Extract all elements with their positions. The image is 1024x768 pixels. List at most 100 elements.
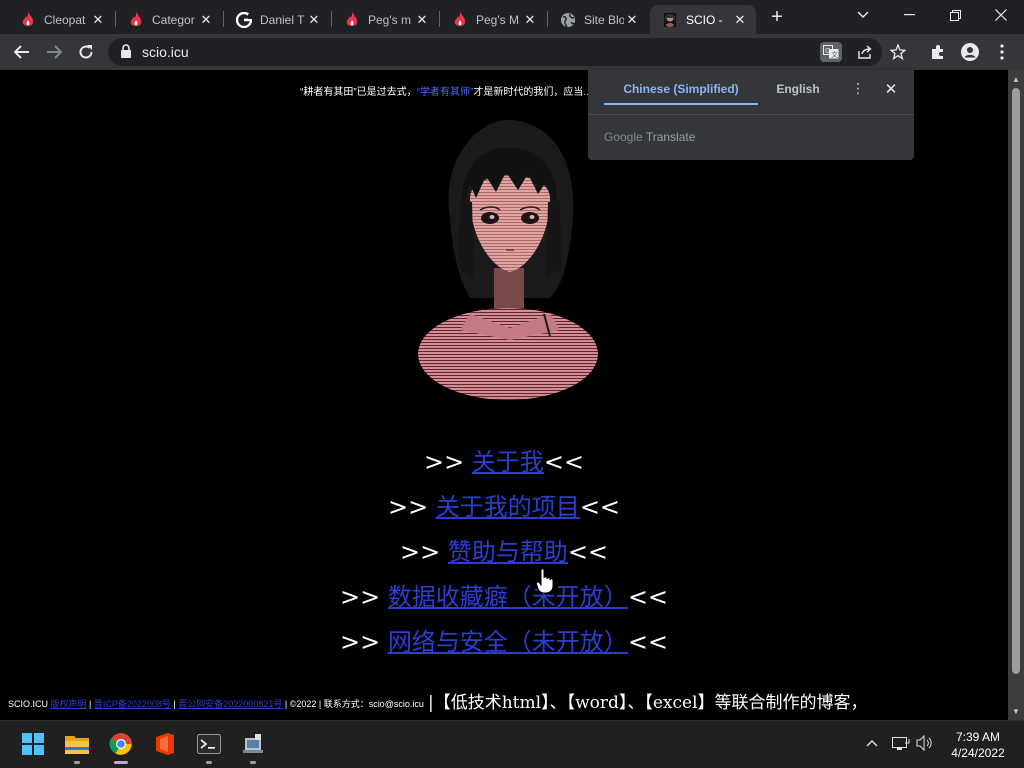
url-text: scio.icu <box>142 44 189 60</box>
menu-suffix: << <box>627 583 669 611</box>
close-icon[interactable]: ✕ <box>522 12 538 28</box>
windows-taskbar: 7:39 AM 4/24/2022 <box>0 720 1024 768</box>
about-me-link[interactable]: 关于我 <box>472 448 544 476</box>
active-tab-underline <box>604 103 758 105</box>
translate-popup: Chinese (Simplified) English ⋮ ✕ Google … <box>588 70 914 160</box>
flame-icon <box>20 11 36 28</box>
menu-item: >> 数据收藏癖（未开放）<< <box>0 577 1008 622</box>
windows-start-icon[interactable] <box>18 729 48 759</box>
tab-site-blo[interactable]: Site Blo ✕ <box>548 5 648 34</box>
police-record-link[interactable]: 晋公网安备2022000821号 <box>178 699 282 709</box>
chrome-icon[interactable] <box>106 729 136 759</box>
scrollbar-thumb[interactable] <box>1012 88 1020 674</box>
tab-title: Site Blo <box>584 12 624 27</box>
flame-icon <box>128 11 144 28</box>
popup-divider <box>588 114 914 115</box>
icp-link[interactable]: 晋ICP备2022008号 <box>94 699 171 709</box>
tab-title: Peg's m <box>368 12 411 27</box>
hand-pointer-icon <box>536 568 554 594</box>
flame-icon <box>344 11 360 28</box>
nav-menu: >> 关于我<< >> 关于我的项目<< >> 赞助与帮助<< >> 数据收藏癖… <box>0 442 1008 667</box>
bookmark-star-icon[interactable] <box>886 40 910 64</box>
close-icon[interactable]: ✕ <box>90 12 106 28</box>
menu-item: >> 赞助与帮助<< <box>0 532 1008 577</box>
menu-item: >> 关于我<< <box>0 442 1008 487</box>
clock-time: 7:39 AM <box>955 730 1001 744</box>
terminal-icon[interactable] <box>194 729 224 759</box>
menu-prefix: >> <box>387 493 436 521</box>
clock[interactable]: 7:39 AM 4/24/2022 <box>940 729 1016 761</box>
footer-sep: | <box>86 699 94 709</box>
target-language-tab[interactable]: English <box>760 82 836 96</box>
network-security-link[interactable]: 网络与安全（未开放） <box>388 628 628 656</box>
menu-item: >> 网络与安全（未开放）<< <box>0 622 1008 667</box>
menu-suffix: << <box>543 448 585 476</box>
vertical-scrollbar[interactable]: ▲ ▼ <box>1008 70 1024 720</box>
close-icon[interactable]: ✕ <box>732 12 748 28</box>
profile-avatar-icon[interactable] <box>958 40 982 64</box>
tab-title: Categor <box>152 12 195 27</box>
menu-suffix: << <box>579 493 621 521</box>
close-icon[interactable]: ✕ <box>306 12 322 28</box>
browser-toolbar: scio.icu G文 <box>0 34 1024 70</box>
back-arrow-icon[interactable] <box>10 40 34 64</box>
web-page: “耕者有其田”已是过去式，“学者有其师”才是新时代的我们，应当... >> 关于… <box>0 70 1008 720</box>
data-hoarding-link[interactable]: 数据收藏癖（未开放） <box>388 583 628 611</box>
footer: SCIO.ICU 版权声明 | 晋ICP备2022008号 | 晋公网安备202… <box>8 697 424 710</box>
tab-pegs-2[interactable]: Peg's M ✕ <box>440 5 546 34</box>
new-tab-button[interactable]: + <box>766 6 788 28</box>
close-icon[interactable]: ✕ <box>882 80 900 100</box>
running-indicator <box>206 761 212 764</box>
brand-google: Google <box>604 130 643 144</box>
tab-daniel[interactable]: Daniel T ✕ <box>224 5 330 34</box>
tab-scio-active[interactable]: SCIO - ✕ <box>650 5 756 34</box>
office-icon[interactable] <box>150 729 180 759</box>
close-icon[interactable]: ✕ <box>624 12 640 28</box>
window-close-icon[interactable] <box>978 0 1024 30</box>
extensions-puzzle-icon[interactable] <box>926 40 950 64</box>
svg-text:文: 文 <box>831 50 838 59</box>
menu-suffix: << <box>567 538 609 566</box>
menu-prefix: >> <box>339 628 388 656</box>
translate-icon[interactable]: G文 <box>820 42 842 62</box>
chevron-up-icon[interactable] <box>866 735 878 750</box>
quote-text-end: 才是新时代的我们，应当... <box>473 87 592 98</box>
address-bar[interactable]: scio.icu G文 <box>108 38 882 66</box>
remote-desktop-icon[interactable] <box>238 729 268 759</box>
quote-highlight: “学者有其师” <box>416 87 474 98</box>
share-icon[interactable] <box>854 42 876 62</box>
active-indicator <box>114 761 128 764</box>
network-icon[interactable] <box>892 735 910 754</box>
footer-sep: | <box>316 699 324 709</box>
close-icon[interactable]: ✕ <box>198 12 214 28</box>
top-quote: “耕者有其田”已是过去式，“学者有其师”才是新时代的我们，应当... <box>300 83 592 98</box>
tab-cleopat[interactable]: Cleopat ✕ <box>8 5 114 34</box>
tab-search-chevron-icon[interactable] <box>840 0 886 30</box>
forward-arrow-icon[interactable] <box>42 40 66 64</box>
volume-icon[interactable] <box>916 734 934 754</box>
menu-item: >> 关于我的项目<< <box>0 487 1008 532</box>
tab-categor[interactable]: Categor ✕ <box>116 5 222 34</box>
footer-site: SCIO.ICU <box>8 699 49 709</box>
more-options-icon[interactable]: ⋮ <box>850 80 866 100</box>
reload-icon[interactable] <box>74 40 98 64</box>
sponsor-help-link[interactable]: 赞助与帮助 <box>448 538 568 566</box>
kebab-menu-icon[interactable] <box>990 40 1014 64</box>
scroll-down-icon[interactable]: ▼ <box>1008 704 1024 718</box>
scrolling-banner-text: |【低技术html】、【word】、【excel】等联合制作的博客， <box>428 693 868 713</box>
file-explorer-icon[interactable] <box>62 729 92 759</box>
tab-title: SCIO - <box>686 12 723 27</box>
my-projects-link[interactable]: 关于我的项目 <box>436 493 580 521</box>
close-icon[interactable]: ✕ <box>414 12 430 28</box>
brand-translate: Translate <box>645 130 696 144</box>
menu-suffix: << <box>627 628 669 656</box>
flame-icon <box>452 11 468 28</box>
lock-icon[interactable] <box>120 44 134 60</box>
minimize-icon[interactable] <box>886 0 932 30</box>
tab-pegs-1[interactable]: Peg's m ✕ <box>332 5 438 34</box>
restore-icon[interactable] <box>932 0 978 30</box>
scroll-up-icon[interactable]: ▲ <box>1008 72 1024 86</box>
svg-text:G: G <box>825 47 830 55</box>
tab-strip: Cleopat ✕ Categor ✕ Daniel T ✕ Peg's m ✕… <box>0 0 1024 34</box>
copyright-statement-link[interactable]: 版权声明 <box>51 699 87 709</box>
